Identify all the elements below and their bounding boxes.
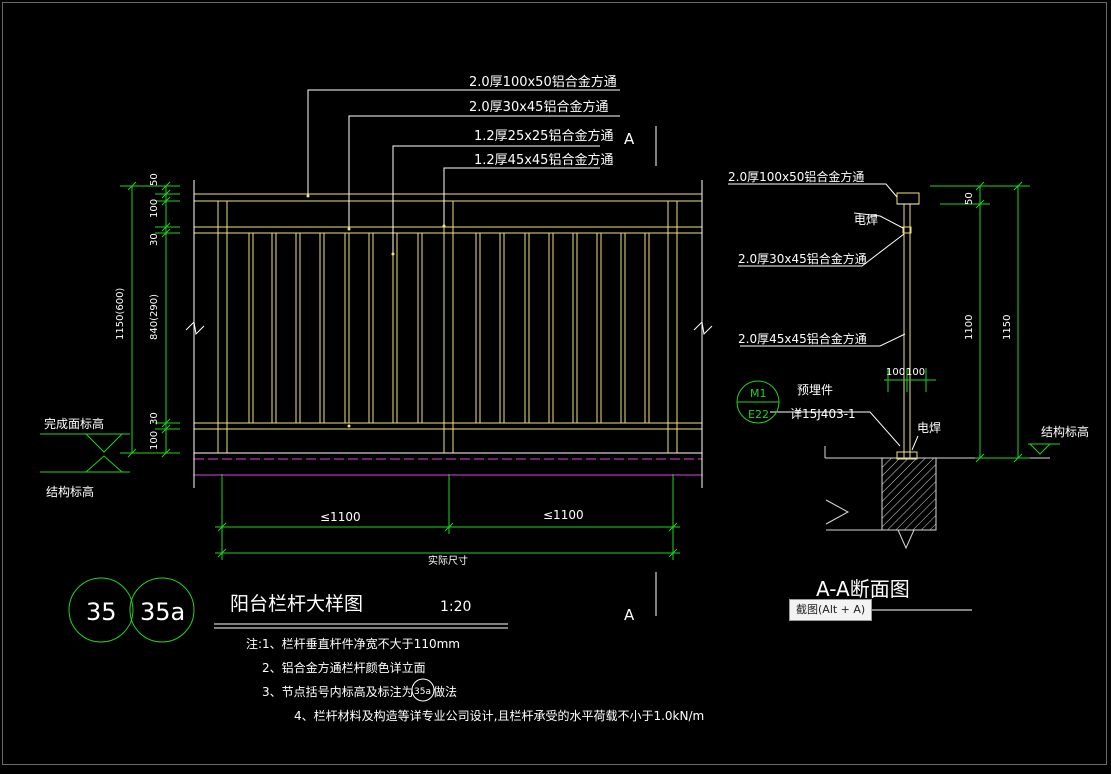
section-labels: 2.0厚100x50铝合金方通 电焊 2.0厚30x45铝合金方通 2.0厚45… <box>728 169 1089 439</box>
cad-drawing: 2.0厚100x50铝合金方通 2.0厚30x45铝合金方通 1.2厚25x25… <box>40 74 1089 723</box>
balusters-left <box>248 233 423 423</box>
section-label-weld-top: 电焊 <box>854 212 878 227</box>
section-mark-top: A <box>624 130 635 148</box>
note-2: 2、铝合金方通栏杆颜色详立面 <box>262 660 426 675</box>
title-circle-2: 35a <box>140 598 185 626</box>
section-label-structure: 结构标高 <box>1041 424 1089 439</box>
screenshot-tooltip: 截图(Alt + A) <box>789 599 873 621</box>
dim-30-top: 30 <box>149 233 160 246</box>
dim-100-top: 100 <box>149 199 160 218</box>
note-1: 注:1、栏杆垂直杆件净宽不大于110mm <box>246 636 460 651</box>
leader-dots <box>306 194 446 428</box>
label-top-rail: 2.0厚100x50铝合金方通 <box>469 74 617 90</box>
note-4: 4、栏杆材料及构造等详专业公司设计,且栏杆承受的水平荷载不小于1.0kN/m <box>294 708 704 723</box>
note-3-suffix: 做法 <box>433 684 457 699</box>
dim-overall: 实际尺寸 <box>428 554 468 567</box>
section-label-top-rail: 2.0厚100x50铝合金方通 <box>728 169 864 184</box>
dim-30-bottom: 30 <box>149 412 160 425</box>
bottom-dimensions <box>215 474 680 560</box>
section-label-embed-ref: 详15J403-1 <box>790 406 856 421</box>
drawing-scale: 1:20 <box>440 599 471 615</box>
break-lines <box>185 180 713 488</box>
section-aa <box>824 192 1050 550</box>
section-label-weld-bottom: 电焊 <box>917 420 941 435</box>
section-dim-100b: 100 <box>906 367 925 378</box>
dim-1150: 1150(600) <box>115 288 126 340</box>
section-mark-bottom: A <box>624 606 635 624</box>
dim-840: 840(290) <box>149 294 160 340</box>
section-label-post: 2.0厚45x45铝合金方通 <box>738 331 867 346</box>
callout-top: M1 <box>750 387 767 400</box>
floor-line <box>194 452 702 476</box>
dim-span-left: ≤1100 <box>320 510 361 524</box>
posts <box>217 201 678 453</box>
section-dim-50: 50 <box>964 192 975 205</box>
left-dimension-texts: 50 100 30 840(290) 30 100 1150(600) <box>115 173 160 450</box>
section-dim-100a: 100 <box>886 367 905 378</box>
label-post: 1.2厚45x45铝合金方通 <box>474 152 613 168</box>
dim-100-bottom: 100 <box>149 431 160 450</box>
level-structure-label: 结构标高 <box>46 484 94 499</box>
title-circle-1: 35 <box>86 598 117 626</box>
balusters-right <box>475 233 650 423</box>
note-3-mark: 35a <box>414 687 431 697</box>
label-mid-rail: 2.0厚30x45铝合金方通 <box>469 99 608 115</box>
section-label-embed: 预埋件 <box>797 383 833 397</box>
note-3-prefix: 3、节点括号内标高及标注为 <box>262 684 414 699</box>
lower-mid-rail <box>194 422 702 430</box>
level-finish-label: 完成面标高 <box>44 416 104 431</box>
dim-span-right: ≤1100 <box>543 508 584 522</box>
railing-elevation <box>185 180 713 488</box>
section-title: A-A断面图 <box>816 577 910 601</box>
level-symbols <box>40 433 130 473</box>
drawing-title: 阳台栏杆大样图 <box>230 593 363 615</box>
label-baluster: 1.2厚25x25铝合金方通 <box>474 128 613 144</box>
dim-50: 50 <box>149 173 160 186</box>
callout-bottom: E22 <box>748 408 769 421</box>
notes: 注:1、栏杆垂直杆件净宽不大于110mm 2、铝合金方通栏杆颜色详立面 3、节点… <box>246 636 704 723</box>
elevation-labels: 2.0厚100x50铝合金方通 2.0厚30x45铝合金方通 1.2厚25x25… <box>469 74 617 168</box>
section-dim-1100: 1100 <box>964 315 975 340</box>
top-rail <box>194 193 702 202</box>
cad-drawing-canvas[interactable]: 2.0厚100x50铝合金方通 2.0厚30x45铝合金方通 1.2厚25x25… <box>0 0 1111 769</box>
section-dimension-texts: 50 1100 1150 100 100 <box>886 192 1013 378</box>
section-label-mid-rail: 2.0厚30x45铝合金方通 <box>738 251 867 266</box>
upper-mid-rail <box>194 226 702 234</box>
section-dim-1150: 1150 <box>1002 315 1013 340</box>
